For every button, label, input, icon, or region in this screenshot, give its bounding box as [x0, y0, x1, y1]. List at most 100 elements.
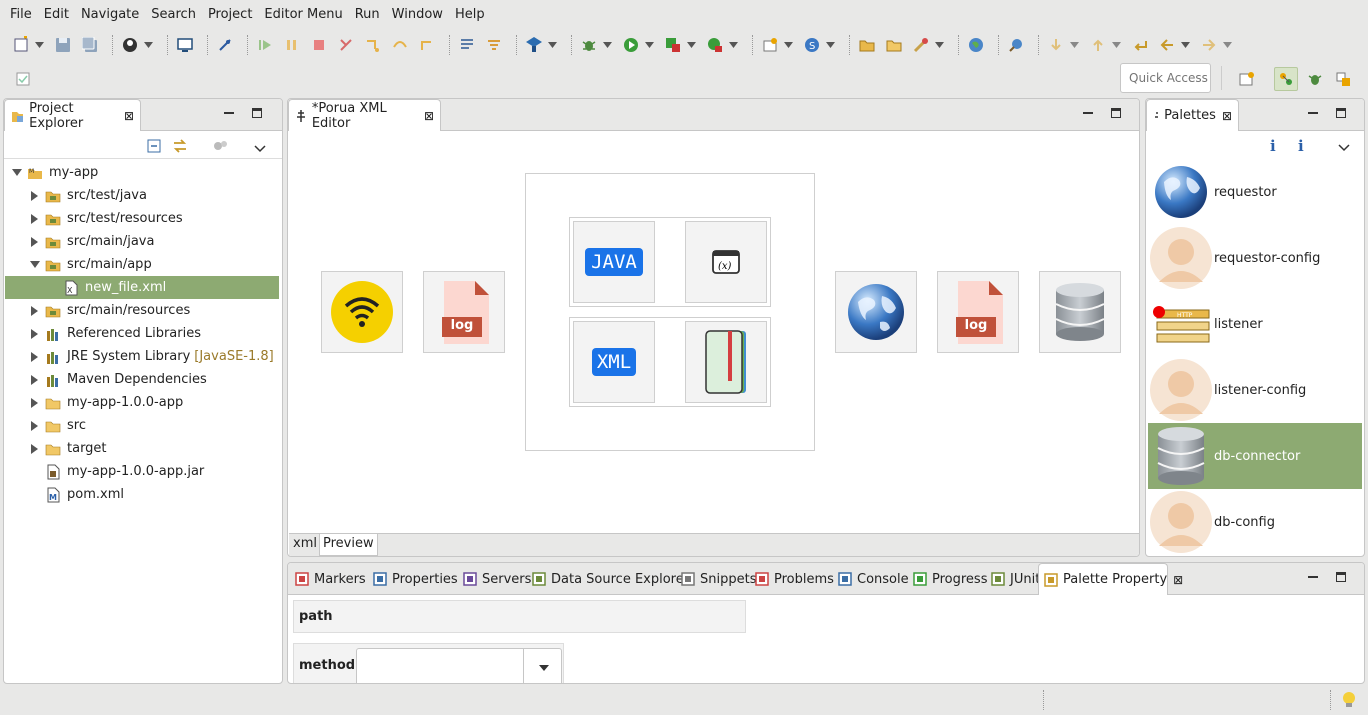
- tab-console[interactable]: Console: [833, 563, 909, 595]
- info-icon[interactable]: i: [1298, 137, 1304, 155]
- coverage-icon[interactable]: [662, 34, 684, 56]
- debug-icon[interactable]: [578, 34, 600, 56]
- tree-item[interactable]: target: [5, 437, 107, 460]
- previous-annotation-icon[interactable]: [1087, 34, 1109, 56]
- lightbulb-icon[interactable]: [1342, 691, 1356, 713]
- tree-item[interactable]: src/test/resources: [5, 207, 183, 230]
- back-icon[interactable]: [1156, 34, 1178, 56]
- log-node[interactable]: log: [423, 271, 505, 353]
- minimize-icon[interactable]: [1308, 112, 1318, 114]
- chevron-down-icon[interactable]: [826, 42, 835, 48]
- chevron-down-icon[interactable]: [548, 42, 557, 48]
- tree-item[interactable]: src/main/app: [5, 253, 152, 276]
- deploy-icon[interactable]: [523, 34, 545, 56]
- chevron-right-icon[interactable]: [29, 190, 41, 201]
- chevron-right-icon[interactable]: [29, 328, 41, 339]
- close-icon[interactable]: ⊠: [1222, 109, 1232, 123]
- maximize-icon[interactable]: [1111, 108, 1121, 118]
- run-icon[interactable]: [620, 34, 642, 56]
- chevron-down-icon[interactable]: [1070, 42, 1079, 48]
- open-type-icon[interactable]: [856, 34, 878, 56]
- requestor-node[interactable]: [835, 271, 917, 353]
- tab-data-source-explorer[interactable]: Data Source Explorer: [527, 563, 689, 595]
- chevron-down-icon[interactable]: [687, 42, 696, 48]
- tab-palettes[interactable]: Palettes ⊠: [1146, 99, 1239, 131]
- filter-icon[interactable]: [213, 139, 229, 157]
- new-service-icon[interactable]: S: [801, 34, 823, 56]
- palette-item-db-config[interactable]: db-config: [1148, 489, 1362, 555]
- tree-item[interactable]: Referenced Libraries: [5, 322, 201, 345]
- debug-perspective-icon[interactable]: [1304, 68, 1326, 90]
- palette-item-listener[interactable]: HTTP listener: [1148, 291, 1362, 357]
- step-into-icon[interactable]: [362, 34, 384, 56]
- tree-item[interactable]: my-app-1.0.0-app: [5, 391, 183, 414]
- tree-item[interactable]: JRE System Library [JavaSE-1.8]: [5, 345, 274, 368]
- info-icon[interactable]: i: [1270, 137, 1276, 155]
- menu-edit[interactable]: Edit: [38, 0, 75, 30]
- quick-access-input[interactable]: [1120, 63, 1211, 93]
- tab-properties[interactable]: Properties: [368, 563, 458, 595]
- new-icon[interactable]: [10, 34, 32, 56]
- minimize-icon[interactable]: [224, 112, 234, 114]
- chevron-down-icon[interactable]: [1181, 42, 1190, 48]
- chevron-right-icon[interactable]: [29, 213, 41, 224]
- tab-servers[interactable]: Servers: [458, 563, 535, 595]
- chevron-down-icon[interactable]: [11, 168, 23, 177]
- step-return-icon[interactable]: [416, 34, 438, 56]
- disconnect-icon[interactable]: [335, 34, 357, 56]
- flow-container[interactable]: JAVA (x) XML: [525, 173, 815, 451]
- tab-palette-property[interactable]: Palette Property ⊠: [1038, 563, 1183, 595]
- tree-item[interactable]: src/main/resources: [5, 299, 190, 322]
- link-with-editor-icon[interactable]: [172, 138, 188, 158]
- task-icon[interactable]: [12, 68, 34, 90]
- chevron-right-icon[interactable]: [29, 397, 41, 408]
- menu-editor-menu[interactable]: Editor Menu: [258, 0, 348, 30]
- view-menu-chevron-icon[interactable]: [1338, 141, 1350, 156]
- chevron-right-icon[interactable]: [29, 351, 41, 362]
- tab-problems[interactable]: Problems: [750, 563, 834, 595]
- chevron-down-icon[interactable]: [729, 42, 738, 48]
- menu-file[interactable]: File: [4, 0, 38, 30]
- step-over-icon[interactable]: [389, 34, 411, 56]
- tree-item[interactable]: Mpom.xml: [5, 483, 124, 506]
- variable-node[interactable]: (x): [685, 221, 767, 303]
- java-node[interactable]: JAVA: [573, 221, 655, 303]
- suspend-icon[interactable]: [281, 34, 303, 56]
- database-node[interactable]: [1039, 271, 1121, 353]
- tab-markers[interactable]: Markers: [290, 563, 368, 595]
- forward-icon[interactable]: [1198, 34, 1220, 56]
- chevron-down-icon[interactable]: [539, 665, 549, 671]
- tab-xml[interactable]: xml: [293, 536, 317, 551]
- menu-run[interactable]: Run: [349, 0, 386, 30]
- next-annotation-icon[interactable]: [1045, 34, 1067, 56]
- tab-project-explorer[interactable]: Project Explorer ⊠: [4, 99, 141, 131]
- chevron-right-icon[interactable]: [29, 420, 41, 431]
- tab-preview[interactable]: Preview: [319, 534, 378, 556]
- tab-junit[interactable]: JUnit: [986, 563, 1040, 595]
- notebook-node[interactable]: [685, 321, 767, 403]
- tree-item[interactable]: src/test/java: [5, 184, 147, 207]
- menu-navigate[interactable]: Navigate: [75, 0, 145, 30]
- tree-item[interactable]: src/main/java: [5, 230, 154, 253]
- maximize-icon[interactable]: [1336, 572, 1346, 582]
- menu-project[interactable]: Project: [202, 0, 258, 30]
- palette-item-requestor-config[interactable]: requestor-config: [1148, 225, 1362, 291]
- profile-icon[interactable]: [119, 34, 141, 56]
- chevron-down-icon[interactable]: [645, 42, 654, 48]
- menu-window[interactable]: Window: [386, 0, 449, 30]
- close-icon[interactable]: ⊠: [1173, 573, 1183, 587]
- chevron-down-icon[interactable]: [784, 42, 793, 48]
- view-menu-chevron-icon[interactable]: [254, 142, 266, 157]
- chevron-down-icon[interactable]: [1223, 42, 1232, 48]
- listener-node[interactable]: [321, 271, 403, 353]
- log-node[interactable]: log: [937, 271, 1019, 353]
- chevron-right-icon[interactable]: [29, 374, 41, 385]
- minimize-icon[interactable]: [1308, 576, 1318, 578]
- chevron-down-icon[interactable]: [144, 42, 153, 48]
- last-edit-location-icon[interactable]: [1129, 34, 1151, 56]
- palette-item-requestor[interactable]: requestor: [1148, 159, 1362, 225]
- chevron-right-icon[interactable]: [29, 236, 41, 247]
- palette-item-listener-config[interactable]: listener-config: [1148, 357, 1362, 423]
- menu-search[interactable]: Search: [145, 0, 202, 30]
- save-icon[interactable]: [52, 34, 74, 56]
